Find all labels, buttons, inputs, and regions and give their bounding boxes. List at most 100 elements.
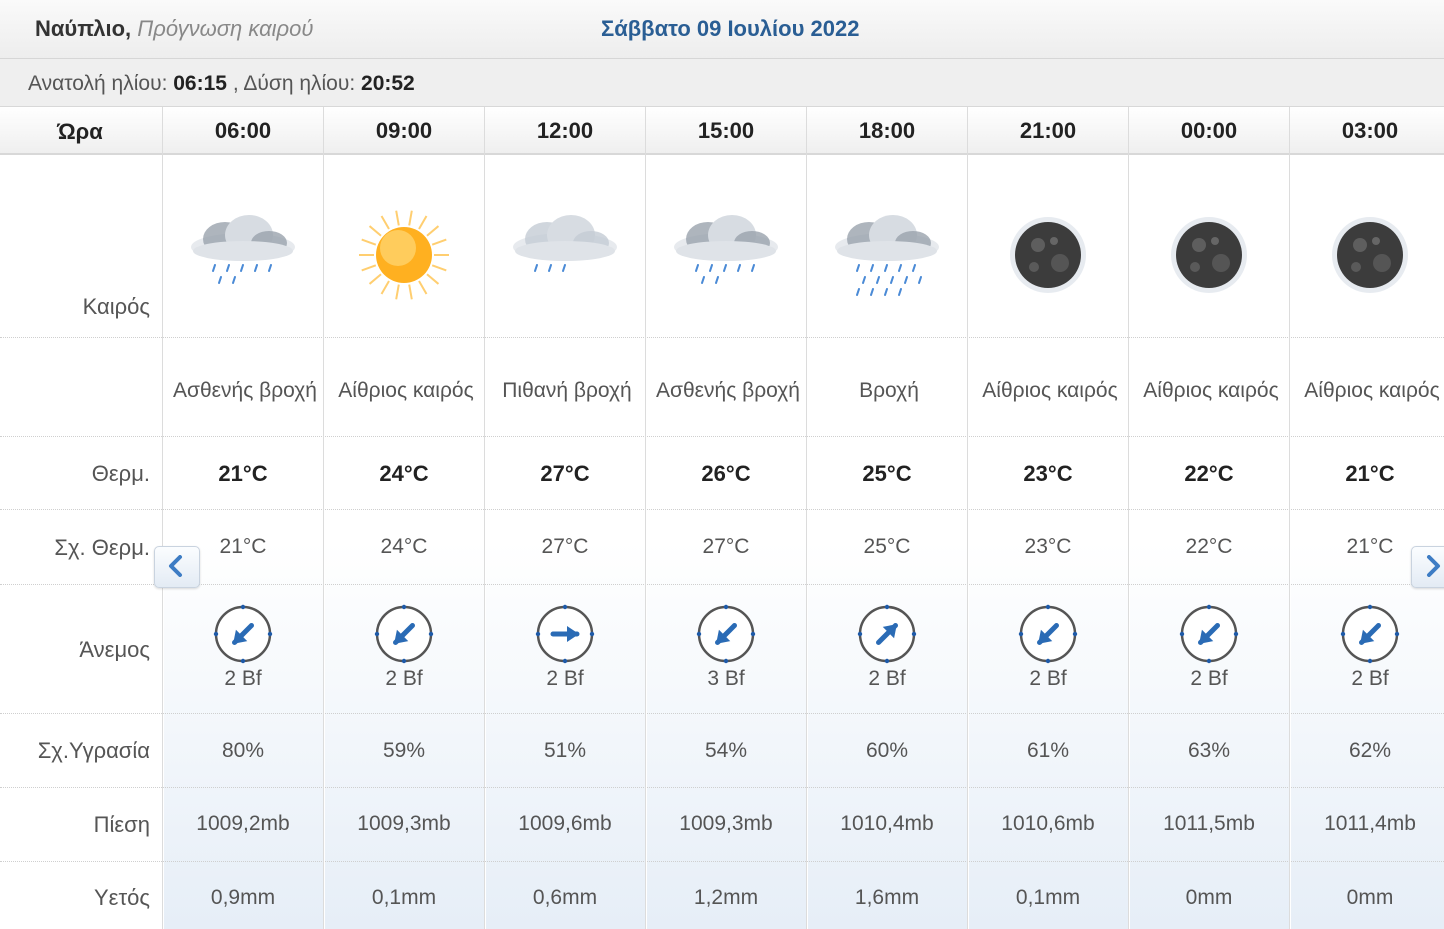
wind-direction-icon [696, 604, 756, 664]
humidity: 80% [221, 739, 265, 762]
city-name: Ναύπλιο, [35, 16, 132, 41]
prev-button[interactable] [154, 546, 200, 588]
time-header: 06:00 [214, 118, 272, 143]
temperature: 27°C [540, 461, 590, 486]
weather-description: Αίθριος καιρός [1292, 360, 1444, 420]
next-button[interactable] [1411, 546, 1444, 588]
time-header: 00:00 [1180, 118, 1238, 143]
temperature: 23°C [1023, 461, 1073, 486]
wind-strength: 3 Bf [707, 667, 745, 690]
humidity: 60% [865, 739, 909, 762]
weather-description-text: Ασθενής βροχή [173, 378, 317, 402]
time-header: 21:00 [1019, 118, 1077, 143]
rainfall: 0mm [1346, 886, 1394, 909]
feels-like: 27°C [702, 535, 750, 558]
humidity: 59% [382, 739, 426, 762]
rainfall: 1,2mm [693, 886, 759, 909]
pressure: 1009,3mb [357, 812, 451, 835]
wind-direction-icon [1018, 604, 1078, 664]
pressure: 1010,6mb [1001, 812, 1095, 835]
humidity: 61% [1026, 739, 1070, 762]
moon-icon [1290, 205, 1444, 305]
weather-row-label: Καιρός [82, 294, 150, 319]
wind-direction-icon [1340, 604, 1400, 664]
forecast-date: Σάββατο 09 Ιουλίου 2022 [601, 16, 860, 41]
pressure: 1009,2mb [196, 812, 290, 835]
time-header: 03:00 [1341, 118, 1399, 143]
wind-direction-icon [374, 604, 434, 664]
rainfall: 0,1mm [371, 886, 437, 909]
rain-row-label: Υετός [93, 885, 150, 910]
wind-strength: 2 Bf [1351, 667, 1389, 690]
possible-rain-icon [485, 205, 645, 305]
weather-description-text: Αίθριος καιρός [338, 378, 474, 402]
forecast-header: Ναύπλιο, Πρόγνωση καιρού Σάββατο 09 Ιουλ… [0, 0, 1444, 59]
weather-description: Βροχή [809, 360, 969, 420]
row-divider [0, 713, 1444, 714]
wind-strength: 2 Bf [868, 667, 906, 690]
feels-like: 23°C [1024, 535, 1072, 558]
feels-like: 24°C [380, 535, 428, 558]
wind-direction-icon [213, 604, 273, 664]
rainfall: 1,6mm [854, 886, 920, 909]
wind-direction-icon [535, 604, 595, 664]
wind-direction-icon [857, 604, 917, 664]
row-divider [0, 509, 1444, 510]
sunrise-label: Ανατολή ηλίου: [28, 72, 168, 95]
weather-description: Ασθενής βροχή [648, 360, 808, 420]
temperature: 24°C [379, 461, 429, 486]
rainfall: 0,9mm [210, 886, 276, 909]
weather-description: Αίθριος καιρός [970, 360, 1130, 420]
row-divider [0, 584, 1444, 585]
wind-row-label: Άνεμος [79, 637, 150, 662]
weather-description-text: Αίθριος καιρός [1304, 378, 1440, 402]
sun-times: Ανατολή ηλίου: 06:15 , Δύση ηλίου: 20:52 [28, 72, 415, 96]
sunset-label: Δύση ηλίου: [243, 72, 356, 95]
pressure: 1009,6mb [518, 812, 612, 835]
pressure-row-label: Πίεση [93, 812, 150, 837]
rainfall: 0mm [1185, 886, 1233, 909]
temp-row-label: Θερμ. [91, 461, 150, 486]
wind-strength: 2 Bf [1029, 667, 1067, 690]
time-header: 09:00 [375, 118, 433, 143]
time-header: 12:00 [536, 118, 594, 143]
rainfall: 0,6mm [532, 886, 598, 909]
chevron-left-icon [169, 555, 182, 577]
rainfall: 0,1mm [1015, 886, 1081, 909]
wind-strength: 2 Bf [224, 667, 262, 690]
light-rain-icon [646, 205, 806, 305]
weather-description-text: Βροχή [859, 378, 919, 402]
humidity: 63% [1187, 739, 1231, 762]
pressure: 1011,5mb [1163, 812, 1255, 835]
wind-direction-icon [1179, 604, 1239, 664]
feels-like: 22°C [1185, 535, 1233, 558]
sun-separator: , [232, 72, 239, 95]
humidity: 62% [1348, 739, 1392, 762]
humidity: 54% [704, 739, 748, 762]
weather-description: Αίθριος καιρός [326, 360, 486, 420]
time-header: 18:00 [858, 118, 916, 143]
row-divider [0, 861, 1444, 862]
feels-like: 27°C [541, 535, 589, 558]
time-header: 15:00 [697, 118, 755, 143]
humidity: 51% [543, 739, 587, 762]
temperature: 21°C [1345, 461, 1395, 486]
pressure: 1009,3mb [679, 812, 773, 835]
temperature: 25°C [862, 461, 912, 486]
weather-description: Ασθενής βροχή [165, 360, 325, 420]
weather-description: Αίθριος καιρός [1131, 360, 1291, 420]
sun-icon [324, 205, 484, 305]
feels-like-row-label: Σχ. Θερμ. [54, 535, 150, 560]
sunset-time: 20:52 [361, 72, 415, 95]
row-divider [0, 787, 1444, 788]
time-row-label: Ώρα [57, 119, 103, 144]
pressure: 1011,4mb [1324, 812, 1416, 835]
temperature: 21°C [218, 461, 268, 486]
weather-description-text: Αίθριος καιρός [982, 378, 1118, 402]
sunrise-time: 06:15 [173, 72, 227, 95]
weather-description-text: Πιθανή βροχή [502, 378, 632, 402]
light-rain-icon [163, 205, 323, 305]
chevron-right-icon [1427, 555, 1440, 577]
row-divider [0, 436, 1444, 437]
temperature: 26°C [701, 461, 751, 486]
